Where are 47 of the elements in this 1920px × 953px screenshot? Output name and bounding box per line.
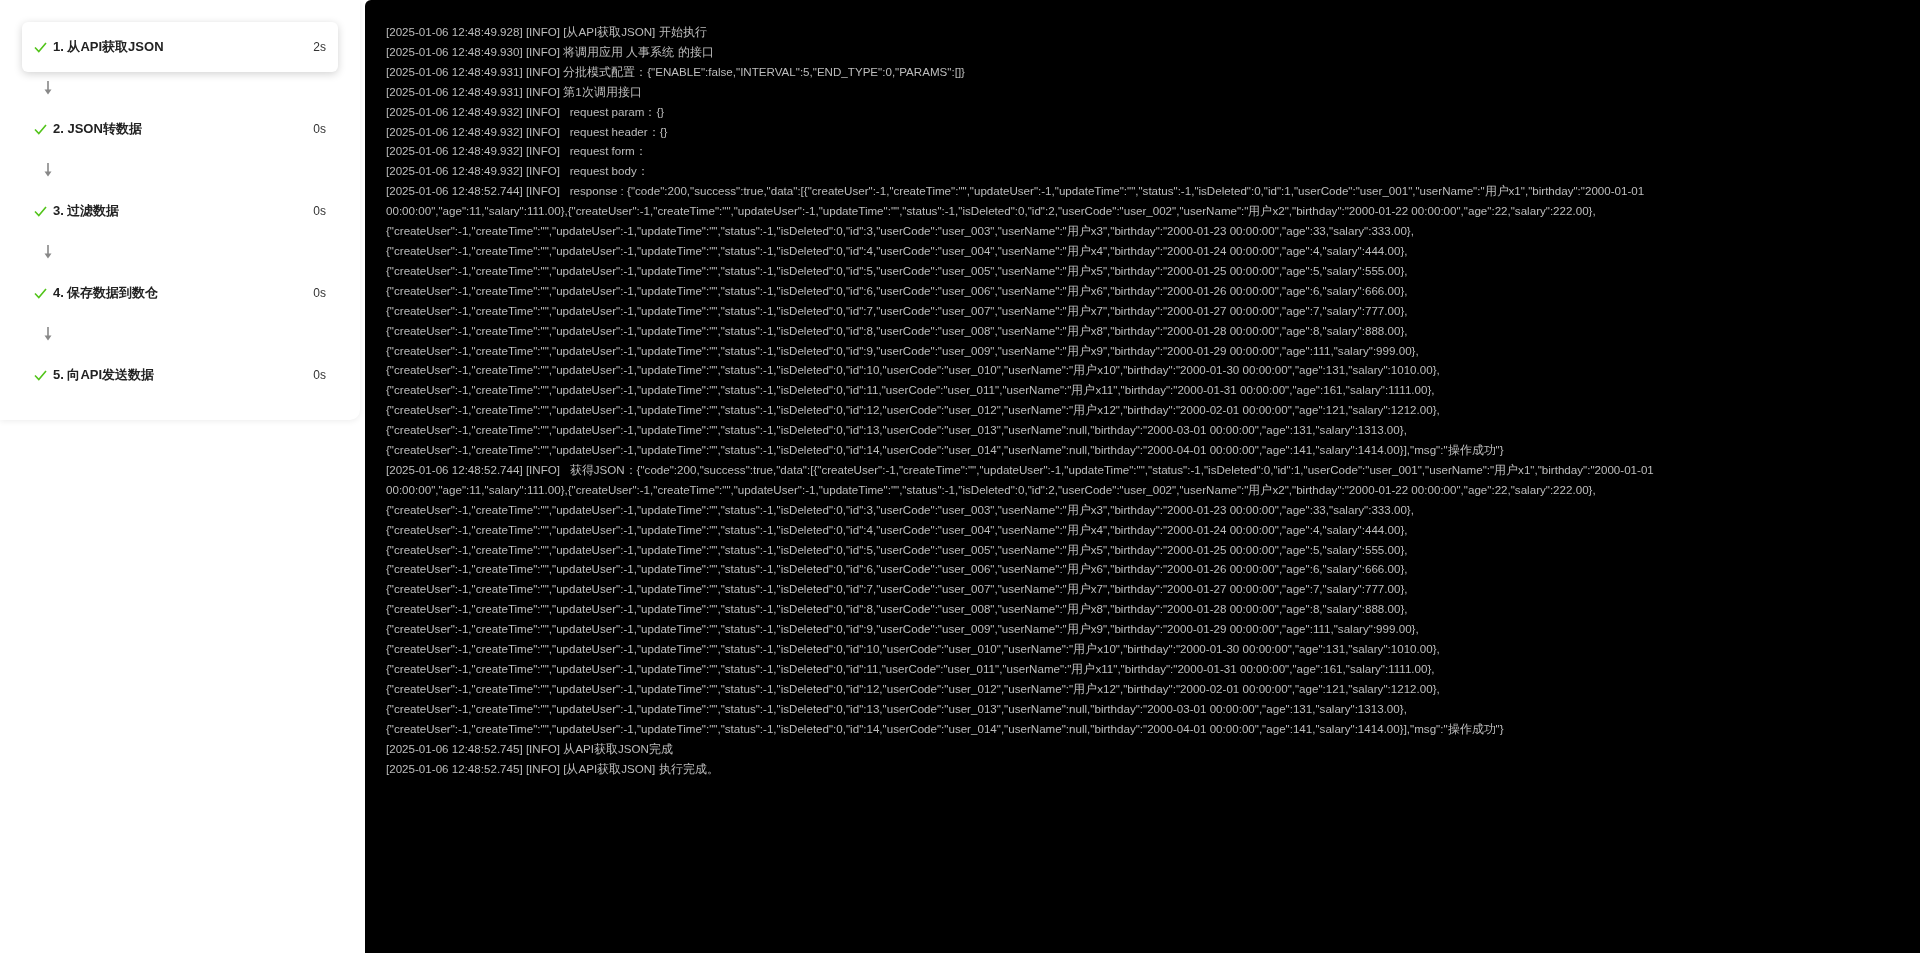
log-line: [2025-01-06 12:48:49.928] [INFO] [从API获取JSON] 开始执行 — [386, 24, 707, 40]
step-item[interactable]: 2. JSON转数据 0s — [22, 104, 338, 154]
log-line: {"createUser":-1,"createTime":"","updateUser":-1,"updateTime":"","status":-1,"isDeleted":0,"id":11,"userCode":"user_011","userName":"用户x11","birthday":"2000-01-31 00:00:00","age":161,"salary":1111.00}, — [386, 382, 1435, 399]
log-line: [2025-01-06 12:48:49.932] [INFO] request body： — [386, 163, 649, 180]
step-item[interactable]: 1. 从API获取JSON 2s — [22, 22, 338, 72]
log-line: [2025-01-06 12:48:49.932] [INFO] request form： — [386, 143, 647, 160]
log-line: 00:00:00","age":11,"salary":111.00},{"createUser":-1,"createTime":"","updateUser":-1,"updateTime":"","status":-1,"isDeleted":0,"id":2,"userCode":"user_002","userName":"用户x2","birthday":"2000-01-22 00:00:00","age":22,"salary":222.00}, — [386, 481, 1596, 498]
log-line: {"createUser":-1,"createTime":"","updateUser":-1,"updateTime":"","status":-1,"isDeleted":0,"id":13,"userCode":"user_013","userName":null,"birthday":"2000-03-01 00:00:00","age":131,"salary":1313.00}, — [386, 422, 1407, 439]
log-line: [2025-01-06 12:48:49.932] [INFO] request header：{} — [386, 123, 668, 140]
step-item[interactable]: 3. 过滤数据 0s — [22, 186, 338, 236]
step-item[interactable]: 5. 向API发送数据 0s — [22, 350, 338, 400]
log-line: 00:00:00","age":11,"salary":111.00},{"createUser":-1,"createTime":"","updateUser":-1,"updateTime":"","status":-1,"isDeleted":0,"id":2,"userCode":"user_002","userName":"用户x2","birthday":"2000-01-22 00:00:00","age":22,"salary":222.00}, — [386, 203, 1596, 220]
log-line: [2025-01-06 12:48:49.931] [INFO] 分批模式配置：{"ENABLE":false,"INTERVAL":5,"END_TYPE":0,"PARAMS":[]} — [386, 63, 965, 80]
log-line: [2025-01-06 12:48:52.745] [INFO] 从API获取JSON完成 — [386, 740, 673, 757]
log-line: {"createUser":-1,"createTime":"","updateUser":-1,"updateTime":"","status":-1,"isDeleted":0,"id":9,"userCode":"user_009","userName":"用户x9","birthday":"2000-01-29 00:00:00","age":111,"salary":999.00}, — [386, 342, 1419, 359]
log-line: {"createUser":-1,"createTime":"","updateUser":-1,"updateTime":"","status":-1,"isDeleted":0,"id":12,"userCode":"user_012","userName":"用户x12","birthday":"2000-02-01 00:00:00","age":121,"salary":1212.00}, — [386, 680, 1440, 697]
log-line: {"createUser":-1,"createTime":"","updateUser":-1,"updateTime":"","status":-1,"isDeleted":0,"id":7,"userCode":"user_007","userName":"用户x7","birthday":"2000-01-27 00:00:00","age":7,"salary":777.00}, — [386, 581, 1408, 598]
log-line: {"createUser":-1,"createTime":"","updateUser":-1,"updateTime":"","status":-1,"isDeleted":0,"id":9,"userCode":"user_009","userName":"用户x9","birthday":"2000-01-29 00:00:00","age":111,"salary":999.00}, — [386, 621, 1419, 638]
log-line: {"createUser":-1,"createTime":"","updateUser":-1,"updateTime":"","status":-1,"isDeleted":0,"id":12,"userCode":"user_012","userName":"用户x12","birthday":"2000-02-01 00:00:00","age":121,"salary":1212.00}, — [386, 402, 1440, 419]
log-line: {"createUser":-1,"createTime":"","updateUser":-1,"updateTime":"","status":-1,"isDeleted":0,"id":8,"userCode":"user_008","userName":"用户x8","birthday":"2000-01-28 00:00:00","age":8,"salary":888.00}, — [386, 601, 1408, 618]
log-line: {"createUser":-1,"createTime":"","updateUser":-1,"updateTime":"","status":-1,"isDeleted":0,"id":14,"userCode":"user_014","userName":null,"birthday":"2000-04-01 00:00:00","age":141,"salary":1414.00}],"msg":"操作成功"} — [386, 720, 1504, 737]
log-line: {"createUser":-1,"createTime":"","updateUser":-1,"updateTime":"","status":-1,"isDeleted":0,"id":7,"userCode":"user_007","userName":"用户x7","birthday":"2000-01-27 00:00:00","age":7,"salary":777.00}, — [386, 302, 1408, 319]
log-line: {"createUser":-1,"createTime":"","updateUser":-1,"updateTime":"","status":-1,"isDeleted":0,"id":6,"userCode":"user_006","userName":"用户x6","birthday":"2000-01-26 00:00:00","age":6,"salary":666.00}, — [386, 282, 1408, 299]
log-line: {"createUser":-1,"createTime":"","updateUser":-1,"updateTime":"","status":-1,"isDeleted":0,"id":10,"userCode":"user_010","userName":"用户x10","birthday":"2000-01-30 00:00:00","age":131,"salary":1010.00}, — [386, 362, 1440, 379]
log-line: {"createUser":-1,"createTime":"","updateUser":-1,"updateTime":"","status":-1,"isDeleted":0,"id":14,"userCode":"user_014","userName":null,"birthday":"2000-04-01 00:00:00","age":141,"salary":1414.00}],"msg":"操作成功"} — [386, 442, 1504, 459]
log-line: {"createUser":-1,"createTime":"","updateUser":-1,"updateTime":"","status":-1,"isDeleted":0,"id":10,"userCode":"user_010","userName":"用户x10","birthday":"2000-01-30 00:00:00","age":131,"salary":1010.00}, — [386, 641, 1440, 658]
log-line: {"createUser":-1,"createTime":"","updateUser":-1,"updateTime":"","status":-1,"isDeleted":0,"id":4,"userCode":"user_004","userName":"用户x4","birthday":"2000-01-24 00:00:00","age":4,"salary":444.00}, — [386, 242, 1408, 259]
log-line: {"createUser":-1,"createTime":"","updateUser":-1,"updateTime":"","status":-1,"isDeleted":0,"id":5,"userCode":"user_005","userName":"用户x5","birthday":"2000-01-25 00:00:00","age":5,"salary":555.00}, — [386, 541, 1408, 558]
log-line: {"createUser":-1,"createTime":"","updateUser":-1,"updateTime":"","status":-1,"isDeleted":0,"id":6,"userCode":"user_006","userName":"用户x6","birthday":"2000-01-26 00:00:00","age":6,"salary":666.00}, — [386, 561, 1408, 578]
log-line: {"createUser":-1,"createTime":"","updateUser":-1,"updateTime":"","status":-1,"isDeleted":0,"id":3,"userCode":"user_003","userName":"用户x3","birthday":"2000-01-23 00:00:00","age":33,"salary":333.00}, — [386, 501, 1414, 518]
down-arrow-icon — [44, 327, 52, 341]
down-arrow-icon — [44, 163, 52, 177]
log-line: [2025-01-06 12:48:52.744] [INFO] response : {"code":200,"success":true,"data":[{"createUser":-1,"createTime":"","updateUser":-1,"updateTime":"","status":-1,"isDeleted":0,"id":1,"userCode":"user_001","userName":"用户x1","birthday":"2000-01-01 — [386, 183, 1645, 200]
step-item[interactable]: 4. 保存数据到数仓 0s — [22, 268, 338, 318]
log-line: {"createUser":-1,"createTime":"","updateUser":-1,"updateTime":"","status":-1,"isDeleted":0,"id":13,"userCode":"user_013","userName":null,"birthday":"2000-03-01 00:00:00","age":131,"salary":1313.00}, — [386, 700, 1407, 717]
log-line: {"createUser":-1,"createTime":"","updateUser":-1,"updateTime":"","status":-1,"isDeleted":0,"id":8,"userCode":"user_008","userName":"用户x8","birthday":"2000-01-28 00:00:00","age":8,"salary":888.00}, — [386, 322, 1408, 339]
log-line: {"createUser":-1,"createTime":"","updateUser":-1,"updateTime":"","status":-1,"isDeleted":0,"id":11,"userCode":"user_011","userName":"用户x11","birthday":"2000-01-31 00:00:00","age":161,"salary":1111.00}, — [386, 661, 1435, 677]
log-line: [2025-01-06 12:48:52.744] [INFO] 获得JSON：{"code":200,"success":true,"data":[{"createUser":-1,"createTime":"","updateUser":-1,"updateTime":"","status":-1,"isDeleted":0,"id":1,"userCode":"user_001","userName":"用户x1","birthday":"2000-01-01 — [386, 461, 1654, 478]
log-line: [2025-01-06 12:48:49.932] [INFO] request param：{} — [386, 103, 665, 120]
down-arrow-icon — [44, 81, 52, 95]
log-line: {"createUser":-1,"createTime":"","updateUser":-1,"updateTime":"","status":-1,"isDeleted":0,"id":4,"userCode":"user_004","userName":"用户x4","birthday":"2000-01-24 00:00:00","age":4,"salary":444.00}, — [386, 521, 1408, 538]
log-line: {"createUser":-1,"createTime":"","updateUser":-1,"updateTime":"","status":-1,"isDeleted":0,"id":3,"userCode":"user_003","userName":"用户x3","birthday":"2000-01-23 00:00:00","age":33,"salary":333.00}, — [386, 223, 1414, 240]
down-arrow-icon — [44, 245, 52, 259]
log-line: [2025-01-06 12:48:49.930] [INFO] 将调用应用 人事系统 的接口 — [386, 43, 714, 60]
log-line: [2025-01-06 12:48:52.745] [INFO] [从API获取JSON] 执行完成。 — [386, 760, 719, 777]
log-line: [2025-01-06 12:48:49.931] [INFO] 第1次调用接口 — [386, 83, 642, 100]
log-line: {"createUser":-1,"createTime":"","updateUser":-1,"updateTime":"","status":-1,"isDeleted":0,"id":5,"userCode":"user_005","userName":"用户x5","birthday":"2000-01-25 00:00:00","age":5,"salary":555.00}, — [386, 262, 1408, 279]
